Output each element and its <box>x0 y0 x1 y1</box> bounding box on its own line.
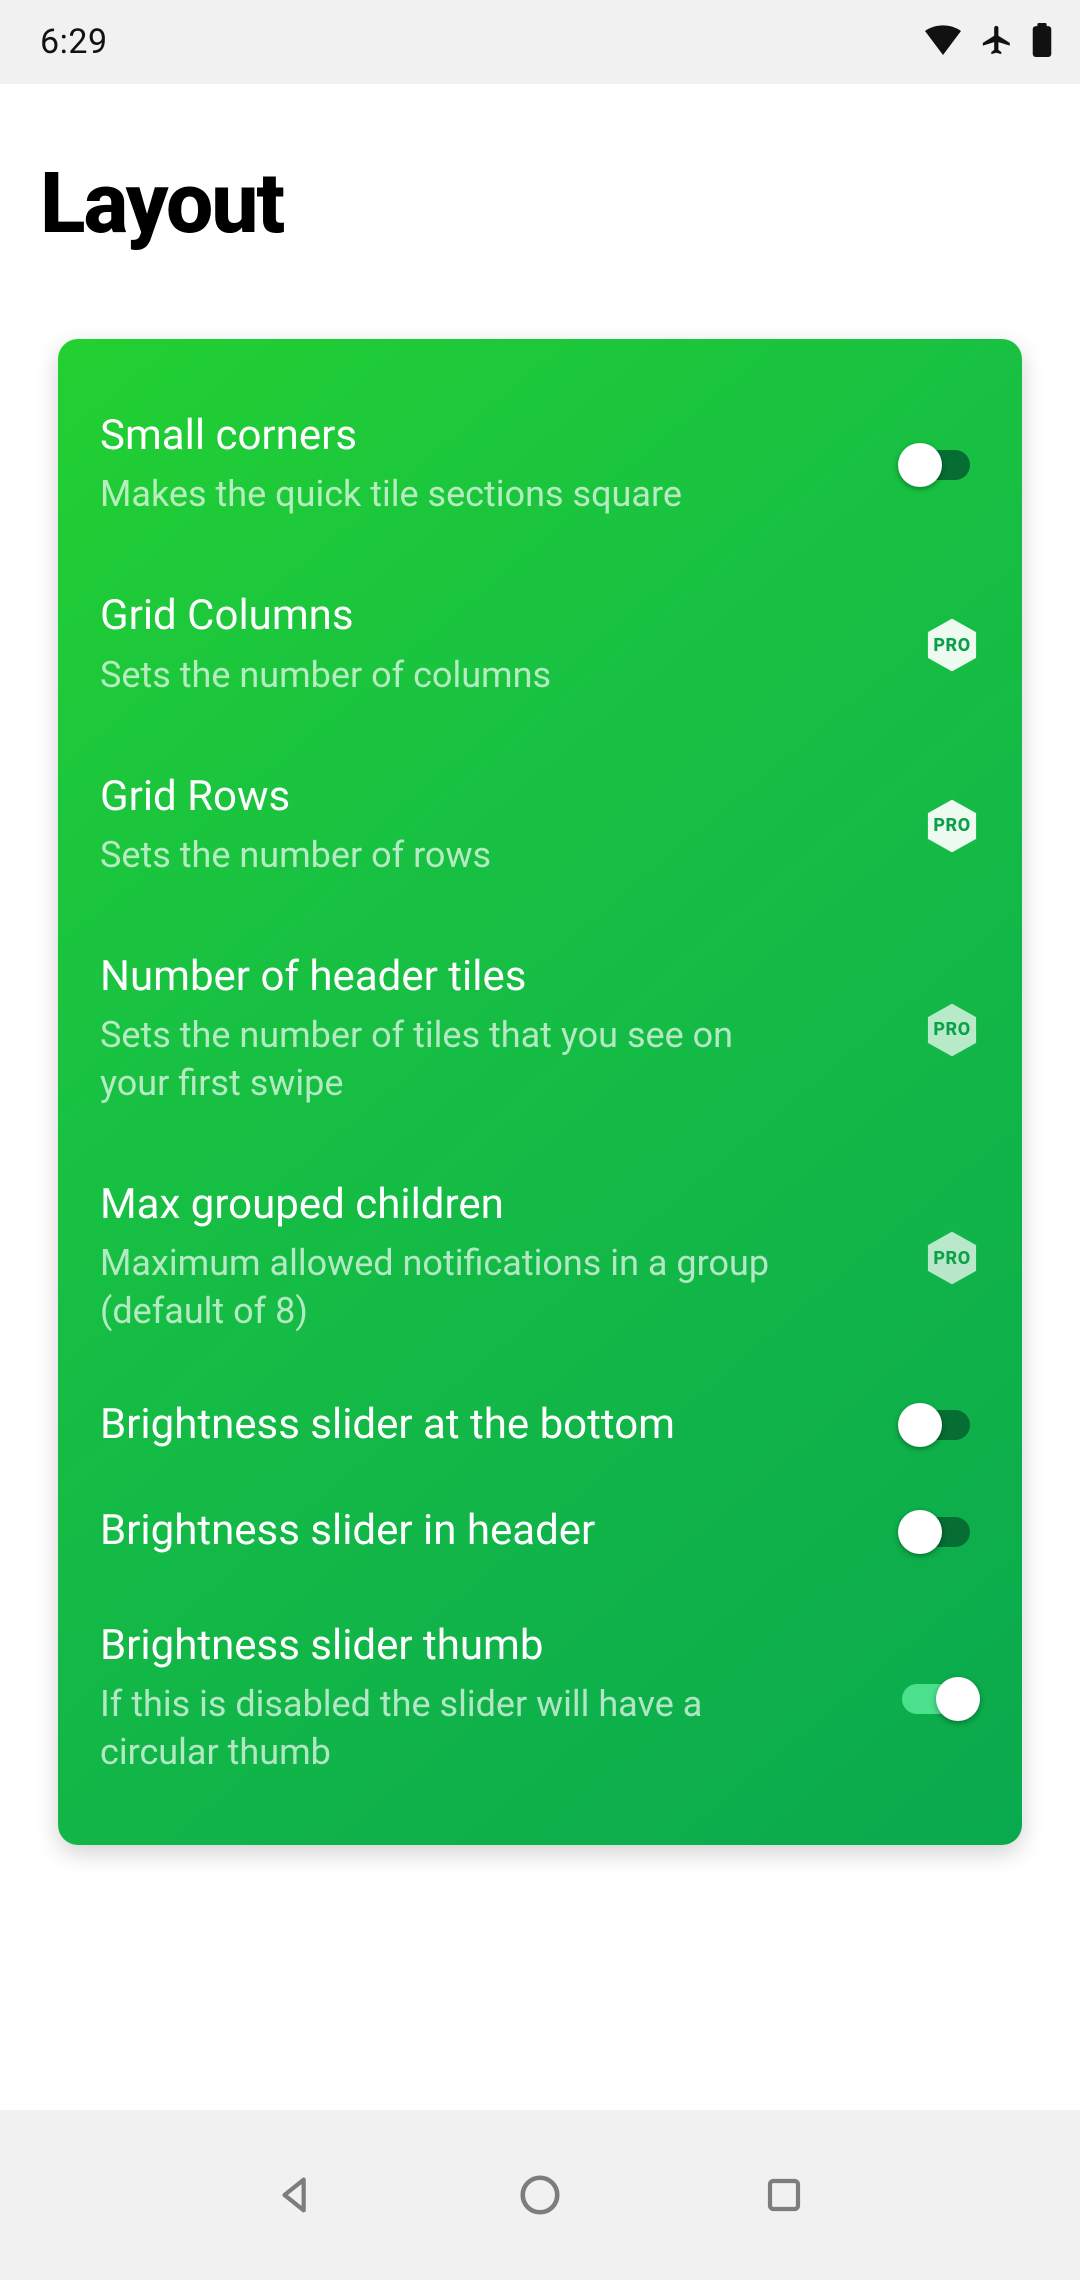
setting-title: Grid Columns <box>100 591 894 641</box>
setting-title: Brightness slider in header <box>100 1506 872 1556</box>
toggle-brightness-bottom[interactable] <box>902 1400 980 1450</box>
nav-recent-button[interactable] <box>752 2163 816 2227</box>
setting-texts: Brightness slider in header <box>100 1506 872 1556</box>
setting-brightness-thumb[interactable]: Brightness slider thumb If this is disab… <box>58 1585 1022 1813</box>
setting-description: Makes the quick tile sections square <box>100 471 780 519</box>
airplane-mode-icon <box>980 23 1014 61</box>
toggle-brightness-header[interactable] <box>902 1507 980 1557</box>
setting-texts: Brightness slider thumb If this is disab… <box>100 1621 872 1777</box>
wifi-icon <box>924 25 962 59</box>
setting-brightness-bottom[interactable]: Brightness slider at the bottom <box>58 1372 1022 1478</box>
setting-texts: Number of header tiles Sets the number o… <box>100 952 894 1108</box>
setting-texts: Brightness slider at the bottom <box>100 1400 872 1450</box>
pro-badge-label: PRO <box>933 635 970 656</box>
setting-description: Sets the number of rows <box>100 832 780 880</box>
page-title: Layout <box>40 154 1080 253</box>
setting-title: Brightness slider thumb <box>100 1621 872 1671</box>
nav-home-button[interactable] <box>508 2163 572 2227</box>
setting-grid-rows[interactable]: Grid Rows Sets the number of rows PRO <box>58 736 1022 916</box>
status-time: 6:29 <box>40 22 108 62</box>
setting-title: Max grouped children <box>100 1180 894 1230</box>
setting-grid-columns[interactable]: Grid Columns Sets the number of columns … <box>58 555 1022 735</box>
setting-texts: Grid Columns Sets the number of columns <box>100 591 894 699</box>
setting-texts: Max grouped children Maximum allowed not… <box>100 1180 894 1336</box>
setting-title: Brightness slider at the bottom <box>100 1400 872 1450</box>
settings-card: Small corners Makes the quick tile secti… <box>58 339 1022 1845</box>
toggle-brightness-thumb[interactable] <box>902 1674 980 1724</box>
setting-title: Small corners <box>100 411 872 461</box>
setting-brightness-header[interactable]: Brightness slider in header <box>58 1478 1022 1584</box>
pro-badge-label: PRO <box>933 1019 970 1040</box>
setting-texts: Small corners Makes the quick tile secti… <box>100 411 872 519</box>
battery-icon <box>1032 23 1052 61</box>
setting-title: Grid Rows <box>100 772 894 822</box>
pro-badge-label: PRO <box>933 1248 970 1269</box>
setting-description: Sets the number of columns <box>100 652 780 700</box>
status-bar: 6:29 <box>0 0 1080 84</box>
nav-back-button[interactable] <box>264 2163 328 2227</box>
setting-header-tiles[interactable]: Number of header tiles Sets the number o… <box>58 916 1022 1144</box>
pro-badge-icon: PRO <box>924 1002 980 1058</box>
navigation-bar <box>0 2110 1080 2280</box>
setting-title: Number of header tiles <box>100 952 894 1002</box>
setting-max-grouped-children[interactable]: Max grouped children Maximum allowed not… <box>58 1144 1022 1372</box>
setting-description: Sets the number of tiles that you see on… <box>100 1012 780 1108</box>
setting-description: Maximum allowed notifications in a group… <box>100 1240 780 1336</box>
pro-badge-icon: PRO <box>924 798 980 854</box>
toggle-small-corners[interactable] <box>902 440 980 490</box>
setting-small-corners[interactable]: Small corners Makes the quick tile secti… <box>58 375 1022 555</box>
setting-description: If this is disabled the slider will have… <box>100 1681 780 1777</box>
pro-badge-label: PRO <box>933 815 970 836</box>
setting-texts: Grid Rows Sets the number of rows <box>100 772 894 880</box>
pro-badge-icon: PRO <box>924 1230 980 1286</box>
pro-badge-icon: PRO <box>924 617 980 673</box>
status-icons <box>924 23 1052 61</box>
